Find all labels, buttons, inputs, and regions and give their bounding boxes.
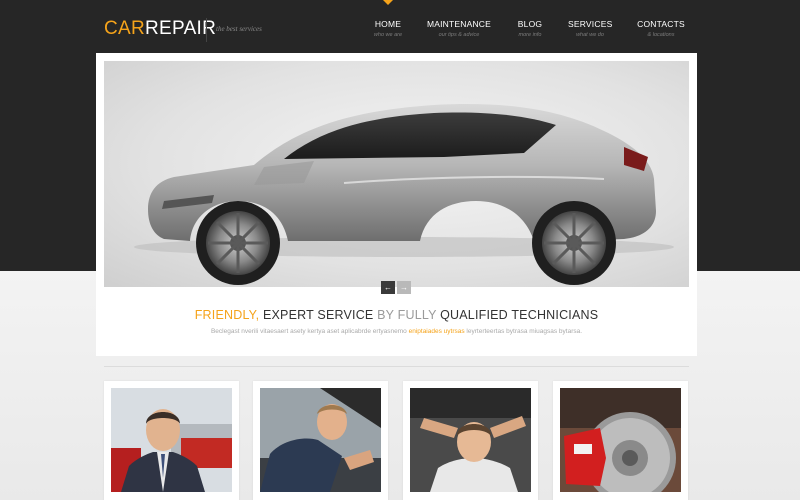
nav-item-home[interactable]: HOME who we are bbox=[370, 19, 406, 38]
manager-image bbox=[111, 388, 232, 492]
nav-item-maintenance[interactable]: MAINTENANCE our tips & advice bbox=[426, 19, 492, 38]
active-nav-marker-icon bbox=[383, 0, 393, 5]
tagline-headline: FRIENDLY, EXPERT SERVICE BY FULLY QUALIF… bbox=[96, 308, 697, 322]
thumbnail-card-mechanic-under-car[interactable] bbox=[403, 381, 538, 500]
headline-part: QUALIFIED TECHNICIANS bbox=[440, 308, 599, 322]
nav-label: MAINTENANCE bbox=[426, 19, 492, 29]
manager-photo bbox=[111, 388, 232, 492]
nav-item-contacts[interactable]: CONTACTS & locations bbox=[636, 19, 686, 38]
headline-part: BY FULLY bbox=[377, 308, 437, 322]
slider-next-button[interactable]: → bbox=[397, 281, 411, 294]
mechanic-engine-image bbox=[260, 388, 381, 492]
logo-car-text: CAR bbox=[104, 18, 146, 39]
intro-text-link[interactable]: eniptaiades uytrsas bbox=[409, 328, 465, 335]
logo-divider bbox=[206, 18, 207, 42]
nav-sublabel: our tips & advice bbox=[438, 32, 480, 38]
headline-part: FRIENDLY, bbox=[194, 308, 260, 322]
nav-label: CONTACTS bbox=[637, 19, 685, 29]
site-tagline: the best services bbox=[216, 25, 262, 33]
nav-label: HOME bbox=[374, 19, 402, 29]
headline-part: EXPERT SERVICE bbox=[262, 308, 374, 322]
nav-sublabel: who we are bbox=[373, 32, 403, 38]
nav-sublabel: more info bbox=[518, 32, 542, 38]
nav-sublabel: what we do bbox=[576, 32, 604, 38]
section-divider bbox=[104, 366, 689, 367]
nav-item-services[interactable]: SERVICES what we do bbox=[568, 19, 612, 38]
mechanic-engine-photo bbox=[260, 388, 381, 492]
site-logo[interactable]: CARREPAIR bbox=[104, 18, 216, 40]
mechanic-under-car-photo bbox=[410, 388, 531, 492]
slider-prev-button[interactable]: ← bbox=[381, 281, 395, 294]
nav-label: SERVICES bbox=[568, 19, 613, 29]
brake-disc-image bbox=[560, 388, 681, 492]
brake-disc-photo bbox=[560, 388, 681, 492]
thumbnail-card-mechanic-engine[interactable] bbox=[253, 381, 388, 500]
nav-item-blog[interactable]: BLOG more info bbox=[512, 19, 548, 38]
intro-text-part: Beclegast nverili vitaesaert asety kerty… bbox=[210, 328, 407, 335]
intro-text: Beclegast nverili vitaesaert asety kerty… bbox=[96, 328, 697, 335]
nav-sublabel: & locations bbox=[647, 32, 675, 38]
nav-label: BLOG bbox=[517, 19, 543, 29]
thumbnail-card-brake-disc[interactable] bbox=[553, 381, 688, 500]
intro-text-part: leyrterteertas bytrasa miuagsas bytarsa. bbox=[466, 328, 583, 335]
silver-sports-car-image bbox=[134, 104, 674, 285]
thumbnail-card-manager[interactable] bbox=[104, 381, 239, 500]
mechanic-under-car-image bbox=[410, 388, 531, 492]
hero-slide-image bbox=[104, 61, 689, 287]
